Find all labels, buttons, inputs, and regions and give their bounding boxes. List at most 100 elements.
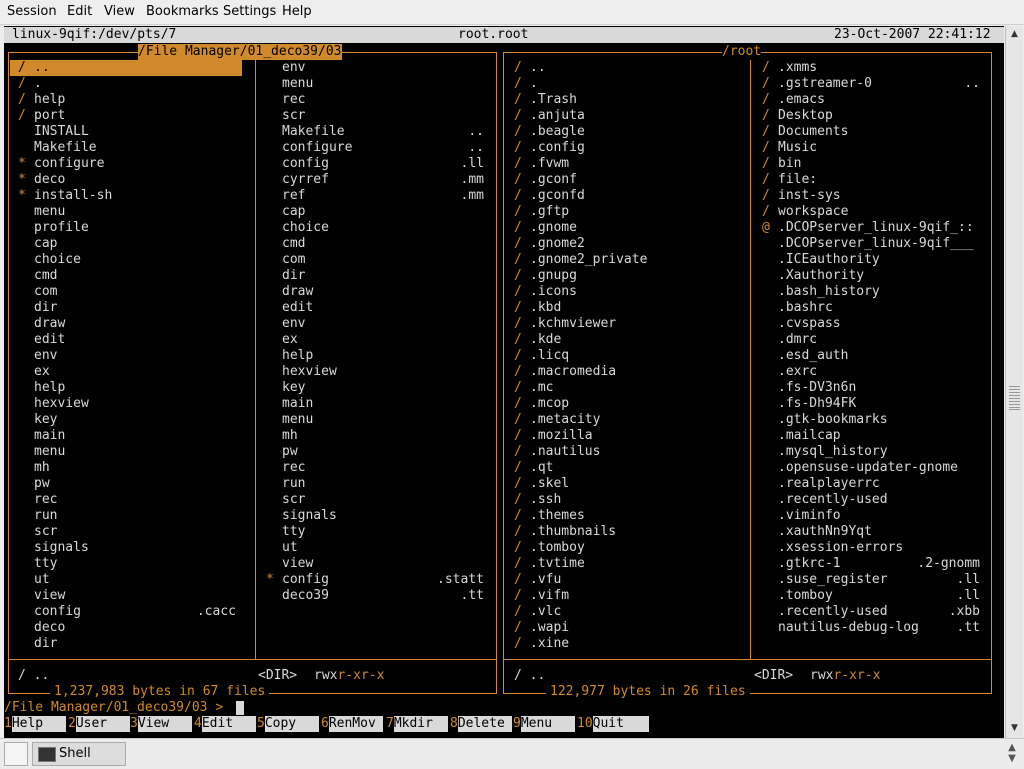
file-entry[interactable]: mh	[34, 460, 50, 476]
file-entry[interactable]: .vifm	[530, 588, 569, 604]
file-entry[interactable]: nautilus-debug-log	[778, 620, 919, 636]
file-entry[interactable]: Music	[778, 140, 817, 156]
file-entry[interactable]: .ICEauthority	[778, 252, 880, 268]
file-entry[interactable]: help	[34, 380, 65, 396]
file-entry[interactable]: .fs-DV3n6n	[778, 380, 856, 396]
file-entry[interactable]: .gconf	[530, 172, 577, 188]
file-entry[interactable]: pw	[282, 444, 298, 460]
file-entry[interactable]: ..	[34, 60, 50, 76]
file-entry[interactable]: edit	[34, 332, 65, 348]
file-entry[interactable]: .DCOPserver_linux-9qif_::	[778, 220, 974, 236]
file-entry[interactable]: draw	[282, 284, 313, 300]
scroll-down-arrow-icon[interactable]: ▼	[1008, 722, 1021, 735]
file-entry[interactable]: pw	[34, 476, 50, 492]
file-entry[interactable]: .mcop	[530, 396, 569, 412]
file-entry[interactable]: .mozilla	[530, 428, 593, 444]
file-entry[interactable]: port	[34, 108, 65, 124]
file-entry[interactable]: rec	[282, 460, 305, 476]
file-entry[interactable]: draw	[34, 316, 65, 332]
file-entry[interactable]: .skel	[530, 476, 569, 492]
file-entry[interactable]: rec	[34, 492, 57, 508]
file-entry[interactable]: dir	[34, 636, 57, 652]
file-entry[interactable]: .	[34, 76, 42, 92]
file-entry[interactable]: .Trash	[530, 92, 577, 108]
file-entry[interactable]: .ssh	[530, 492, 561, 508]
fkey-copy-button[interactable]: 5Copy	[257, 716, 319, 732]
fkey-user-button[interactable]: 2User	[68, 716, 130, 732]
file-entry[interactable]: .kchmviewer	[530, 316, 616, 332]
file-entry[interactable]: deco	[34, 172, 65, 188]
file-entry[interactable]: inst-sys	[778, 188, 841, 204]
file-entry[interactable]: run	[34, 508, 57, 524]
file-entry[interactable]: bin	[778, 156, 801, 172]
file-entry[interactable]: help	[34, 92, 65, 108]
file-entry[interactable]: .icons	[530, 284, 577, 300]
file-entry[interactable]: tty	[282, 524, 305, 540]
file-entry[interactable]: tty	[34, 556, 57, 572]
file-entry[interactable]: .tvtime	[530, 556, 585, 572]
file-entry[interactable]: .tomboy	[530, 540, 585, 556]
file-entry[interactable]: INSTALL	[34, 124, 89, 140]
file-entry[interactable]: choice	[34, 252, 81, 268]
file-entry[interactable]: menu	[34, 444, 65, 460]
file-entry[interactable]: ref	[282, 188, 305, 204]
file-entry[interactable]: env	[34, 348, 57, 364]
file-entry[interactable]: .viminfo	[778, 508, 841, 524]
file-entry[interactable]: mh	[282, 428, 298, 444]
file-entry[interactable]: ex	[34, 364, 50, 380]
file-entry[interactable]: .gnupg	[530, 268, 577, 284]
file-entry[interactable]: .config	[530, 140, 585, 156]
fkey-help-button[interactable]: 1Help	[4, 716, 66, 732]
file-entry[interactable]: .gtkrc-1	[778, 556, 841, 572]
file-entry[interactable]: .gftp	[530, 204, 569, 220]
file-entry[interactable]: help	[282, 348, 313, 364]
file-entry[interactable]: .macromedia	[530, 364, 616, 380]
file-entry[interactable]: install-sh	[34, 188, 112, 204]
file-entry[interactable]: view	[34, 588, 65, 604]
file-entry[interactable]: .mysql_history	[778, 444, 888, 460]
file-entry[interactable]: ex	[282, 332, 298, 348]
file-entry[interactable]: .fvwm	[530, 156, 569, 172]
file-entry[interactable]: menu	[34, 204, 65, 220]
file-entry[interactable]: .esd_auth	[778, 348, 848, 364]
file-entry[interactable]: dir	[282, 268, 305, 284]
file-entry[interactable]: env	[282, 60, 305, 76]
file-entry[interactable]: .xmms	[778, 60, 817, 76]
file-entry[interactable]: .xauthNn9Yqt	[778, 524, 872, 540]
fkey-edit-button[interactable]: 4Edit	[194, 716, 256, 732]
fkey-quit-button[interactable]: 10Quit	[577, 716, 649, 732]
file-entry[interactable]: .exrc	[778, 364, 817, 380]
file-entry[interactable]: Documents	[778, 124, 848, 140]
command-prompt[interactable]: /File Manager/01_deco39/03 >	[4, 700, 223, 716]
file-entry[interactable]: hexview	[282, 364, 337, 380]
file-entry[interactable]: .recently-used	[778, 492, 888, 508]
file-entry[interactable]: main	[282, 396, 313, 412]
menu-edit[interactable]: Edit	[67, 4, 92, 19]
file-entry[interactable]: cap	[34, 236, 57, 252]
file-entry[interactable]: .gstreamer-0	[778, 76, 872, 92]
file-entry[interactable]: env	[282, 316, 305, 332]
file-entry[interactable]: cmd	[34, 268, 57, 284]
file-entry[interactable]: signals	[34, 540, 89, 556]
file-entry[interactable]: run	[282, 476, 305, 492]
file-entry[interactable]: key	[34, 412, 57, 428]
file-entry[interactable]: scr	[282, 108, 305, 124]
file-entry[interactable]: ut	[282, 540, 298, 556]
file-entry[interactable]: .beagle	[530, 124, 585, 140]
menu-bookmarks[interactable]: Bookmarks	[146, 4, 219, 19]
menu-view[interactable]: View	[104, 4, 135, 19]
kmenu-launcher-icon[interactable]	[4, 742, 28, 766]
file-entry[interactable]: .dmrc	[778, 332, 817, 348]
file-entry[interactable]: menu	[282, 412, 313, 428]
file-entry[interactable]: .DCOPserver_linux-9qif___	[778, 236, 974, 252]
file-entry[interactable]: .opensuse-updater-gnome	[778, 460, 958, 476]
fkey-delete-button[interactable]: 8Delete	[450, 716, 512, 732]
file-entry[interactable]: cyrref	[282, 172, 329, 188]
file-entry[interactable]: .themes	[530, 508, 585, 524]
file-entry[interactable]: choice	[282, 220, 329, 236]
file-entry[interactable]: .xsession-errors	[778, 540, 903, 556]
file-entry[interactable]: .nautilus	[530, 444, 600, 460]
file-entry[interactable]: Makefile	[282, 124, 345, 140]
file-entry[interactable]: scr	[34, 524, 57, 540]
menu-help[interactable]: Help	[282, 4, 312, 19]
